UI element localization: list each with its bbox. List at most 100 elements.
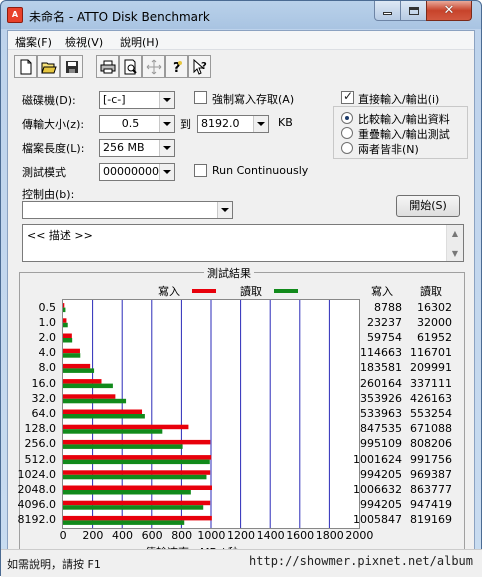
compare-io-label: 比較輸入/輸出資料: [358, 113, 450, 126]
help-button[interactable]: ?: [165, 55, 188, 78]
write-value-cell: 1001624: [353, 452, 402, 466]
context-help-button[interactable]: ?: [188, 55, 211, 78]
menu-bar: 檔案(F) 檢視(V) 說明(H): [8, 31, 474, 50]
read-value-cell: 426163: [410, 391, 452, 405]
print-preview-icon: [124, 59, 137, 74]
read-bar: [63, 490, 191, 495]
read-value-cell: 808206: [410, 437, 452, 451]
write-value-cell: 1006632: [353, 483, 402, 496]
title-bar[interactable]: A 未命名 - ATTO Disk Benchmark ✕: [1, 1, 481, 29]
close-button[interactable]: ✕: [426, 1, 472, 21]
description-text: << 描述 >>: [27, 229, 93, 242]
print-preview-button[interactable]: [119, 55, 142, 78]
write-bar: [63, 439, 211, 445]
app-window: A 未命名 - ATTO Disk Benchmark ✕ 檔案(F) 檢視(V…: [0, 0, 482, 577]
read-bar: [63, 520, 185, 525]
write-value-cell: 8788: [374, 300, 402, 314]
save-icon: [65, 60, 78, 73]
write-bar: [63, 363, 91, 369]
write-value-cell: 995109: [360, 437, 402, 451]
status-text: 如需說明，請按 F1: [7, 558, 101, 571]
start-button[interactable]: 開始(S): [396, 195, 460, 217]
legend-read-swatch: [274, 289, 298, 293]
write-column-header: 寫入: [371, 285, 393, 298]
read-value-cell: 991756: [410, 452, 452, 466]
write-bar: [63, 424, 189, 430]
read-value-cell: 969387: [410, 467, 452, 481]
x-tick-label: 200: [82, 529, 104, 542]
transfer-size-from-select[interactable]: 0.5: [99, 115, 175, 133]
x-tick-label: 600: [141, 529, 163, 542]
radio-compare-io[interactable]: [341, 112, 353, 124]
open-button[interactable]: [37, 55, 60, 78]
description-box[interactable]: << 描述 >> ▲ ▼: [22, 224, 464, 262]
radio-neither[interactable]: [341, 142, 353, 154]
print-button[interactable]: [96, 55, 119, 78]
transfer-size-label: 16.0: [31, 376, 57, 390]
app-icon[interactable]: A: [7, 7, 23, 23]
menu-file[interactable]: 檔案(F): [12, 33, 55, 51]
write-bar: [63, 394, 116, 399]
transfer-size-label: 64.0: [31, 407, 57, 420]
open-file-icon: [40, 62, 57, 73]
new-button[interactable]: [14, 55, 37, 78]
x-tick-label: 0: [59, 529, 67, 542]
radio-overlapped-io[interactable]: [341, 127, 353, 139]
status-bar: 如需說明，請按 F1 http://showmer.pixnet.net/alb…: [1, 549, 482, 577]
legend-write-label: 寫入: [158, 285, 180, 298]
watermark-text: http://showmer.pixnet.net/album: [249, 554, 473, 568]
run-continuously-checkbox[interactable]: [194, 164, 207, 177]
transfer-size-label: 128.0: [24, 422, 57, 436]
transfer-size-label: 4.0: [38, 346, 57, 360]
dropdown-arrow-icon: [159, 116, 174, 132]
force-write-checkbox[interactable]: [194, 91, 207, 104]
transfer-size-label: 1024.0: [17, 467, 57, 481]
read-value-cell: 16302: [417, 300, 452, 314]
transfer-size-label: 傳輸大小(z):: [22, 118, 85, 131]
transfer-size-label: 2048.0: [17, 483, 57, 496]
read-bar: [63, 474, 207, 480]
toolbar: ? ?: [14, 54, 214, 80]
write-bar: [63, 333, 72, 338]
menu-view[interactable]: 檢視(V): [62, 33, 106, 51]
direct-io-checkbox[interactable]: [341, 89, 354, 104]
write-bar: [63, 379, 102, 384]
x-tick-label: 1600: [286, 529, 315, 542]
transfer-unit: KB: [278, 116, 293, 129]
write-value-cell: 994205: [360, 467, 402, 481]
neither-label: 兩者皆非(N): [358, 143, 419, 156]
read-value-cell: 116701: [410, 346, 452, 360]
write-bar: [63, 348, 80, 354]
write-value-cell: 1005847: [353, 513, 402, 527]
read-value-cell: 863777: [410, 483, 452, 496]
dropdown-arrow-icon: [159, 164, 174, 180]
drive-select[interactable]: [-c-]: [99, 91, 175, 109]
drive-value: [-c-]: [103, 93, 126, 106]
results-title: 測試結果: [204, 265, 254, 281]
transfer-size-label: 1.0: [38, 315, 57, 329]
menu-help[interactable]: 說明(H): [117, 33, 162, 51]
test-pattern-value: 00000000: [103, 165, 159, 178]
read-value-cell: 671088: [410, 422, 452, 436]
window-title: 未命名 - ATTO Disk Benchmark: [29, 10, 210, 24]
new-file-icon: [20, 59, 31, 74]
transfer-size-label: 8192.0: [17, 513, 57, 527]
minimize-icon: [383, 12, 392, 15]
transfer-to-label: 到: [180, 118, 191, 131]
maximize-button[interactable]: [400, 1, 427, 21]
force-write-label: 強制寫入存取(A): [212, 93, 295, 106]
controlled-by-select[interactable]: [22, 201, 233, 219]
read-bar: [63, 459, 210, 465]
read-bar: [63, 322, 68, 328]
x-tick-label: 1200: [227, 529, 255, 542]
test-pattern-select[interactable]: 00000000: [99, 163, 175, 181]
svg-text:?: ?: [201, 61, 207, 72]
minimize-button[interactable]: [374, 1, 401, 21]
transfer-size-to-select[interactable]: 8192.0: [197, 115, 269, 133]
move-button[interactable]: [142, 55, 165, 78]
write-bar: [63, 455, 212, 460]
save-button[interactable]: [60, 55, 83, 78]
write-value-cell: 260164: [360, 376, 402, 390]
description-scrollbar[interactable]: ▲ ▼: [446, 225, 463, 261]
file-length-select[interactable]: 256 MB: [99, 139, 175, 157]
